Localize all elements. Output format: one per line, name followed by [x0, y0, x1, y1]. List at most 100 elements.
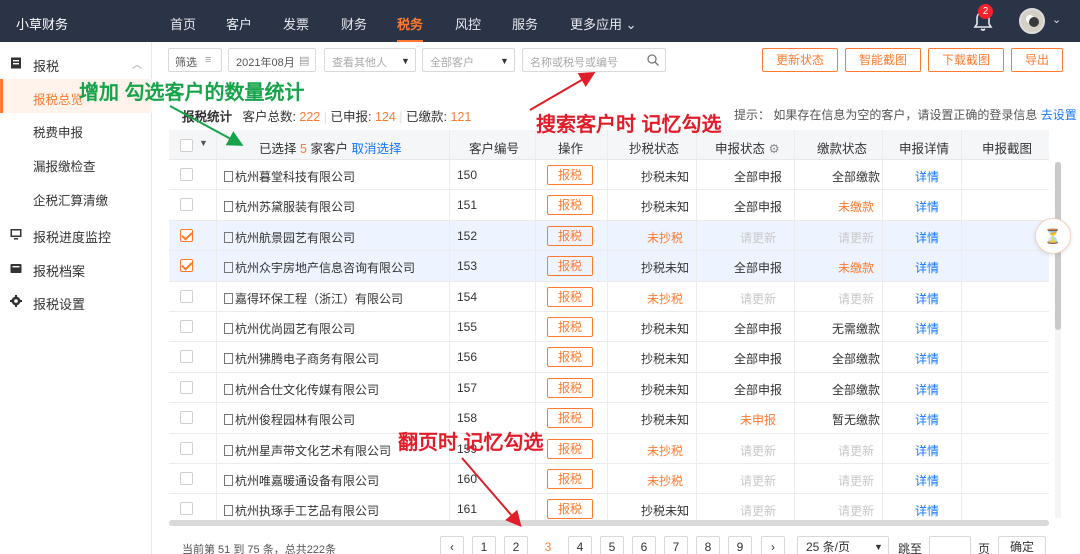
- customer-name: 杭州暮堂科技有限公司: [235, 170, 356, 184]
- detail-link[interactable]: 详情: [909, 350, 945, 367]
- page-size-select[interactable]: 25 条/页 ▼: [797, 536, 889, 554]
- detail-link[interactable]: 详情: [909, 198, 945, 215]
- sidebar-group-archive[interactable]: 报税档案: [0, 251, 152, 285]
- table-row[interactable]: 杭州狒腾电子商务有限公司 156 报税 抄税未知 全部申报 全部缴款 详情: [169, 342, 1049, 373]
- detail-link[interactable]: 详情: [909, 381, 945, 398]
- horizontal-scrollbar[interactable]: [169, 520, 1049, 526]
- detail-link[interactable]: 详情: [909, 259, 945, 276]
- nav-service[interactable]: 服务: [512, 14, 538, 42]
- page-button[interactable]: 7: [664, 536, 688, 554]
- nav-tax[interactable]: 税务: [397, 14, 424, 42]
- export-button[interactable]: 导出: [1011, 48, 1063, 72]
- detail-link[interactable]: 详情: [909, 472, 945, 489]
- smart-screenshot-button[interactable]: 智能截图: [845, 48, 921, 72]
- nav-home[interactable]: 首页: [170, 14, 196, 42]
- sidebar-group-progress[interactable]: 报税进度监控: [0, 217, 152, 251]
- sidebar-item-annual-settlement[interactable]: 企税汇算清缴: [0, 180, 152, 214]
- avatar-image: [1021, 10, 1043, 32]
- page-button[interactable]: 3: [536, 536, 560, 554]
- detail-link[interactable]: 详情: [909, 442, 945, 459]
- caret-down-icon[interactable]: ▼: [199, 138, 208, 148]
- nav-customers[interactable]: 客户: [226, 14, 252, 42]
- prev-page-button[interactable]: ‹: [440, 536, 464, 554]
- period-picker[interactable]: 2021年08月 ▤: [228, 48, 316, 72]
- table-row[interactable]: 杭州唯嘉暖通设备有限公司 160 报税 未抄税 请更新 请更新 详情: [169, 464, 1049, 495]
- search-input[interactable]: 名称或税号或编号: [522, 48, 666, 72]
- file-tax-button[interactable]: 报税: [547, 438, 593, 459]
- file-tax-button[interactable]: 报税: [547, 377, 593, 398]
- row-checkbox[interactable]: [180, 320, 193, 333]
- page-button[interactable]: 9: [728, 536, 752, 554]
- sidebar-item-missed-check[interactable]: 漏报缴检查: [0, 146, 152, 180]
- customer-select[interactable]: 全部客户 ▼: [422, 48, 515, 72]
- file-tax-button[interactable]: 报税: [547, 499, 593, 520]
- file-tax-button[interactable]: 报税: [547, 256, 593, 277]
- update-status-button[interactable]: 更新状态: [762, 48, 838, 72]
- file-tax-button[interactable]: 报税: [547, 408, 593, 429]
- file-tax-button[interactable]: 报税: [547, 469, 593, 489]
- table-row[interactable]: 杭州星声带文化艺术有限公司 159 报税 未抄税 请更新 请更新 详情: [169, 433, 1049, 464]
- jump-page-input[interactable]: [929, 536, 971, 554]
- sidebar-group-tax[interactable]: 报税 ︿: [0, 46, 152, 80]
- table-row[interactable]: 杭州苏黛服装有限公司 151 报税 抄税未知 全部申报 未缴款 详情: [169, 190, 1049, 221]
- row-checkbox[interactable]: [180, 350, 193, 364]
- page-button[interactable]: 5: [600, 536, 624, 554]
- page-button[interactable]: 8: [696, 536, 720, 554]
- detail-link[interactable]: 详情: [909, 320, 945, 337]
- sidebar-item-tax-declaration[interactable]: 税费申报: [0, 112, 152, 146]
- hourglass-icon[interactable]: ⏳: [1035, 218, 1071, 254]
- file-tax-button[interactable]: 报税: [547, 165, 593, 185]
- detail-link[interactable]: 详情: [909, 290, 945, 307]
- page-button[interactable]: 2: [504, 536, 528, 554]
- row-checkbox[interactable]: [180, 380, 193, 394]
- avatar[interactable]: [1019, 8, 1045, 34]
- table-row[interactable]: 杭州暮堂科技有限公司 150 报税 抄税未知 全部申报 全部缴款 详情: [169, 160, 1049, 191]
- detail-link[interactable]: 详情: [909, 229, 945, 246]
- file-tax-button[interactable]: 报税: [547, 317, 593, 337]
- detail-link[interactable]: 详情: [909, 502, 945, 519]
- page-button[interactable]: 1: [472, 536, 496, 554]
- row-checkbox[interactable]: [180, 472, 193, 485]
- next-page-button[interactable]: ›: [761, 536, 785, 554]
- row-checkbox[interactable]: [180, 441, 193, 455]
- table-row[interactable]: 杭州优尚园艺有限公司 155 报税 抄税未知 全部申报 无需缴款 详情: [169, 312, 1049, 343]
- cancel-selection-link[interactable]: 取消选择: [351, 142, 401, 156]
- col-declare-status[interactable]: 申报状态 ⚙: [715, 138, 780, 157]
- search-icon[interactable]: [647, 54, 659, 66]
- row-checkbox[interactable]: [180, 411, 193, 425]
- file-tax-button[interactable]: 报税: [547, 347, 593, 368]
- select-all-checkbox[interactable]: [180, 139, 193, 152]
- row-checkbox[interactable]: [180, 289, 193, 303]
- table-row[interactable]: 杭州航景园艺有限公司 152 报税 未抄税 请更新 请更新 详情: [169, 220, 1049, 252]
- other-person-select[interactable]: 查看其他人 ▼: [324, 48, 416, 72]
- file-tax-button[interactable]: 报税: [547, 286, 593, 307]
- go-settings-link[interactable]: 去设置: [1041, 108, 1077, 122]
- row-checkbox[interactable]: [180, 168, 193, 181]
- row-checkbox[interactable]: [180, 502, 193, 516]
- table-row[interactable]: 杭州俊程园林有限公司 158 报税 抄税未知 未申报 暂无缴款 详情: [169, 403, 1049, 434]
- table-row[interactable]: 嘉得环保工程（浙江）有限公司 154 报税 未抄税 请更新 请更新 详情: [169, 281, 1049, 312]
- row-checkbox[interactable]: [180, 259, 193, 273]
- pay-status: 请更新: [837, 504, 874, 519]
- sidebar-group-settings[interactable]: 报税设置: [0, 284, 152, 318]
- table-row[interactable]: 杭州合仕文化传媒有限公司 157 报税 抄税未知 全部申报 全部缴款 详情: [169, 372, 1049, 404]
- table-row[interactable]: 杭州众宇房地产信息咨询有限公司 153 报税 抄税未知 全部申报 未缴款 详情: [169, 251, 1049, 282]
- nav-more-apps[interactable]: 更多应用 ⌄: [570, 14, 637, 42]
- page-button[interactable]: 4: [568, 536, 592, 554]
- gear-icon[interactable]: ⚙: [769, 142, 780, 156]
- file-tax-button[interactable]: 报税: [547, 195, 593, 216]
- chevron-down-icon[interactable]: ⌄: [1052, 13, 1061, 26]
- detail-link[interactable]: 详情: [909, 168, 945, 185]
- page-button[interactable]: 6: [632, 536, 656, 554]
- detail-link[interactable]: 详情: [909, 411, 945, 428]
- customer-name: 杭州优尚园艺有限公司: [235, 322, 356, 336]
- download-screenshot-button[interactable]: 下载截图: [928, 48, 1004, 72]
- confirm-jump-button[interactable]: 确定: [998, 536, 1046, 554]
- nav-invoices[interactable]: 发票: [283, 14, 309, 42]
- file-tax-button[interactable]: 报税: [547, 225, 593, 246]
- nav-finance[interactable]: 财务: [341, 14, 367, 42]
- nav-risk[interactable]: 风控: [455, 14, 481, 42]
- row-checkbox[interactable]: [180, 198, 193, 212]
- filter-button[interactable]: 筛选 ≡: [168, 48, 222, 72]
- row-checkbox[interactable]: [180, 228, 193, 242]
